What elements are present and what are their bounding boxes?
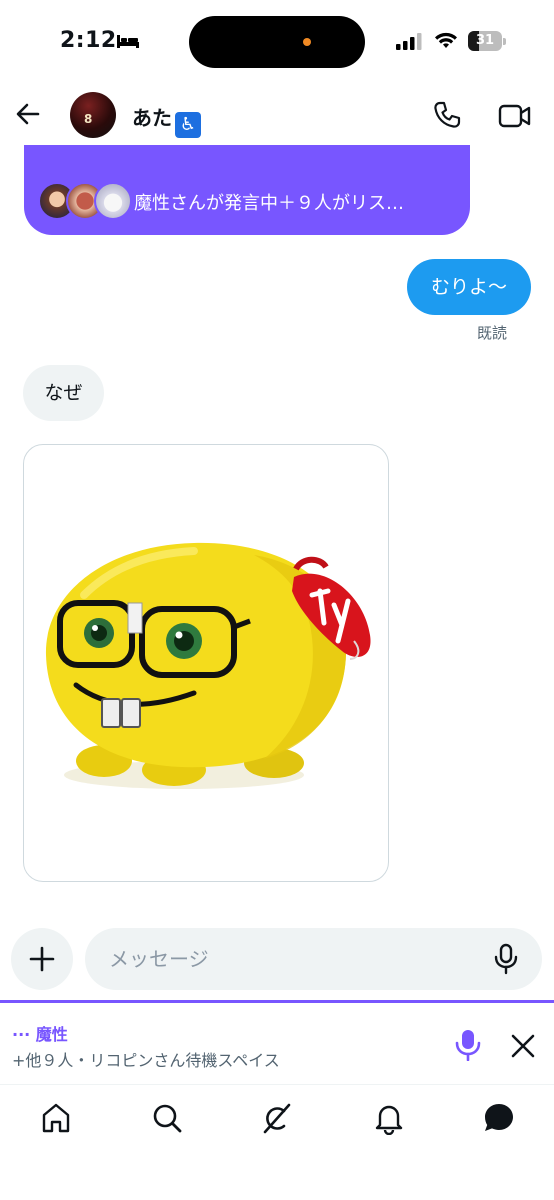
battery-indicator: 31 <box>468 31 506 51</box>
space-live-banner[interactable]: 魔性さんが発言中＋９人がリス… <box>24 145 470 235</box>
plush-toy-nerd-emoji-image <box>45 542 371 789</box>
wifi-icon <box>435 32 457 48</box>
space-banner-text: 魔性さんが発言中＋９人がリス… <box>134 193 404 214</box>
plus-icon <box>29 946 55 972</box>
tab-home[interactable] <box>39 1101 73 1135</box>
status-bar: 2:12 31 <box>0 0 554 84</box>
space-speaker-avatars <box>38 182 134 220</box>
phone-call-icon[interactable] <box>432 100 462 130</box>
bottom-tab-bar <box>0 1084 554 1200</box>
cellular-signal-icon <box>396 33 422 50</box>
contact-avatar[interactable]: 8 <box>70 92 116 138</box>
contact-name[interactable]: あた ♿ <box>132 102 201 138</box>
battery-level-text: 31 <box>475 33 495 48</box>
avatar-jersey-number: 8 <box>84 112 93 126</box>
back-arrow-icon[interactable] <box>14 100 42 128</box>
wheelchair-emoji-icon: ♿ <box>175 112 201 138</box>
search-icon <box>153 1104 182 1133</box>
sent-message-bubble[interactable]: むりよ〜 <box>407 259 531 315</box>
message-input[interactable] <box>85 928 542 990</box>
message-composer <box>0 928 554 990</box>
sleep-bed-icon <box>117 35 139 48</box>
tab-messages[interactable] <box>482 1101 516 1135</box>
home-icon <box>42 1103 70 1133</box>
tab-search[interactable] <box>150 1101 184 1135</box>
space-host-name: ··· 魔性 <box>12 1025 68 1044</box>
received-image-message[interactable] <box>23 444 389 882</box>
read-receipt: 既読 <box>477 324 508 342</box>
close-icon[interactable] <box>510 1033 536 1059</box>
status-time: 2:12 <box>60 28 117 53</box>
tab-notifications[interactable] <box>372 1101 406 1136</box>
space-microphone-icon[interactable] <box>454 1029 482 1061</box>
tab-grok[interactable] <box>260 1101 294 1135</box>
speaker-avatar <box>94 182 132 220</box>
space-mini-player[interactable]: ··· 魔性 +他９人・リコピンさん待機スペイス <box>0 1000 554 1084</box>
messages-icon <box>485 1104 513 1131</box>
contact-name-text: あた <box>132 106 172 130</box>
bell-icon <box>375 1105 403 1136</box>
conversation-header: 8 あた ♿ <box>0 84 554 146</box>
space-subtitle: +他９人・リコピンさん待機スペイス <box>12 1051 280 1070</box>
received-message-bubble[interactable]: なぜ <box>23 365 104 421</box>
add-attachment-button[interactable] <box>11 928 73 990</box>
privacy-indicator-dot <box>303 38 311 46</box>
dynamic-island <box>189 16 365 68</box>
video-call-icon[interactable] <box>498 102 532 130</box>
grok-icon <box>263 1103 291 1134</box>
microphone-icon[interactable] <box>492 943 520 975</box>
